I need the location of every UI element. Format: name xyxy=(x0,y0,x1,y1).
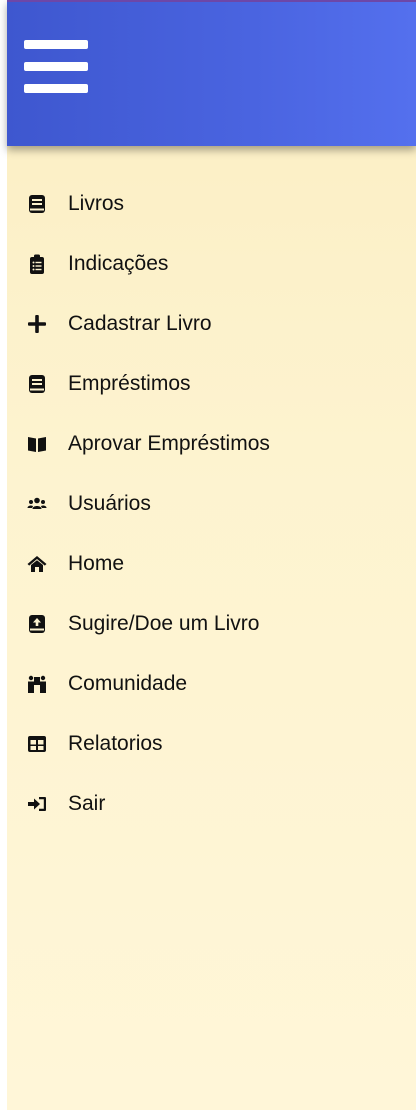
plus-icon xyxy=(26,313,48,335)
nav-item-home[interactable]: Home xyxy=(26,549,406,579)
nav-item-aprovar-emprestimos[interactable]: Aprovar Empréstimos xyxy=(26,429,406,459)
nav-item-label: Aprovar Empréstimos xyxy=(68,432,270,455)
header-top-line xyxy=(7,0,416,2)
nav-item-label: Cadastrar Livro xyxy=(68,312,212,335)
menu-bar xyxy=(24,84,88,93)
nav-item-label: Sugire/Doe um Livro xyxy=(68,612,260,635)
sidebar-nav: Livros Indicações Cadastrar Livro Emprés… xyxy=(26,189,406,849)
hamburger-menu-button[interactable] xyxy=(20,34,92,98)
nav-item-comunidade[interactable]: Comunidade xyxy=(26,669,406,699)
open-book-icon xyxy=(26,433,48,455)
book-upload-icon xyxy=(26,613,48,635)
menu-bar xyxy=(24,40,88,49)
nav-item-label: Empréstimos xyxy=(68,372,191,395)
users-icon xyxy=(26,493,48,515)
table-icon xyxy=(26,733,48,755)
left-edge xyxy=(0,0,7,1110)
menu-bar xyxy=(24,62,88,71)
nav-item-label: Livros xyxy=(68,192,125,215)
nav-item-label: Home xyxy=(68,552,125,575)
home-icon xyxy=(26,553,48,575)
nav-item-label: Usuários xyxy=(68,492,151,515)
nav-item-label: Comunidade xyxy=(68,672,188,695)
nav-item-emprestimos[interactable]: Empréstimos xyxy=(26,369,406,399)
people-carry-icon xyxy=(26,673,48,695)
nav-item-label: Indicações xyxy=(68,252,169,275)
book-icon xyxy=(26,193,48,215)
nav-item-usuarios[interactable]: Usuários xyxy=(26,489,406,519)
sign-out-icon xyxy=(26,793,48,815)
nav-item-indicacoes[interactable]: Indicações xyxy=(26,249,406,279)
nav-item-relatorios[interactable]: Relatorios xyxy=(26,729,406,759)
nav-item-label: Sair xyxy=(68,792,106,815)
nav-item-livros[interactable]: Livros xyxy=(26,189,406,219)
nav-item-label: Relatorios xyxy=(68,732,163,755)
nav-item-cadastrar-livro[interactable]: Cadastrar Livro xyxy=(26,309,406,339)
clipboard-list-icon xyxy=(26,253,48,275)
nav-item-sugire-doe-livro[interactable]: Sugire/Doe um Livro xyxy=(26,609,406,639)
book-icon xyxy=(26,373,48,395)
nav-item-sair[interactable]: Sair xyxy=(26,789,406,819)
